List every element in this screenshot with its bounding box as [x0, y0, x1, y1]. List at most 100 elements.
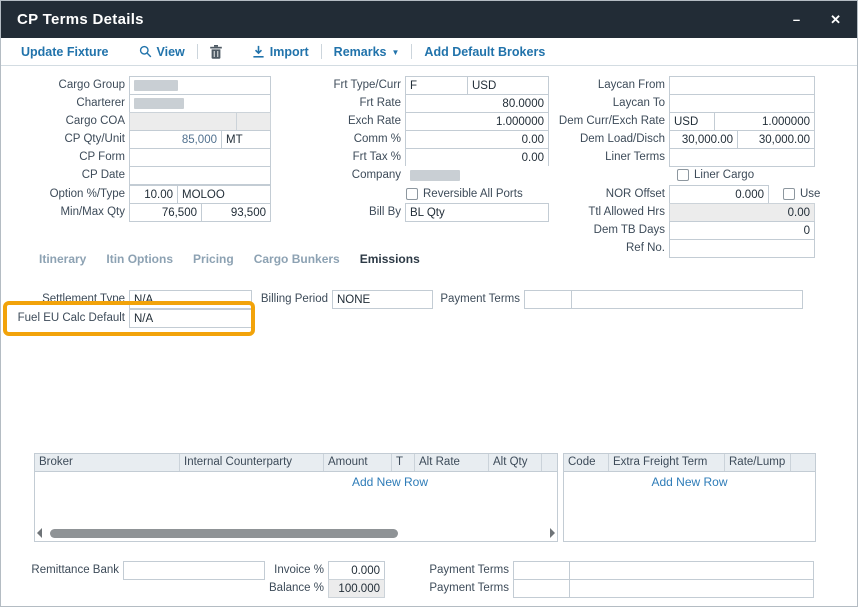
liner-terms-input-0[interactable]	[669, 148, 815, 167]
frt-tax-pct-label: Frt Tax %	[281, 148, 401, 167]
update-fixture-button[interactable]: Update Fixture	[21, 45, 109, 59]
brokers-column-header: T	[392, 454, 415, 471]
toolbar-separator	[321, 44, 322, 59]
add-default-brokers-button[interactable]: Add Default Brokers	[424, 45, 545, 59]
minimize-button[interactable]: –	[793, 13, 800, 26]
delete-button[interactable]	[210, 45, 222, 59]
frt-rate-input-0[interactable]: 80.0000	[405, 94, 549, 113]
redacted-value	[134, 98, 184, 109]
bill-by-label: Bill By	[281, 203, 401, 222]
frt-type-curr-input-1[interactable]: USD	[467, 76, 549, 95]
brokers-column-header: Alt Qty	[489, 454, 542, 471]
use-nor-offset-checkbox[interactable]	[783, 188, 795, 200]
use-nor-offset-checkbox-label: Use	[800, 188, 820, 200]
min-max-qty-input-1[interactable]: 93,500	[201, 203, 271, 222]
payment-terms-top-label: Payment Terms	[400, 290, 520, 309]
ttl-allowed-hrs-label: Ttl Allowed Hrs	[545, 203, 665, 222]
dem-load-disch-input-1[interactable]: 30,000.00	[737, 130, 815, 149]
tab-itin-options[interactable]: Itin Options	[106, 252, 173, 266]
brokers-header-filler	[542, 454, 557, 471]
cargo-coa-label: Cargo COA	[5, 112, 125, 131]
payment-terms-top-input-1[interactable]	[571, 290, 803, 309]
laycan-to-input-0[interactable]	[669, 94, 815, 113]
payment-terms-1-input-1[interactable]	[569, 561, 814, 580]
option-pct-type-input-0[interactable]: 10.00	[129, 185, 178, 204]
brokers-table-header: BrokerInternal CounterpartyAmountTAlt Ra…	[35, 454, 557, 472]
invoice-pct-input-0[interactable]: 0.000	[328, 561, 385, 580]
window-controls: – ✕	[793, 13, 841, 26]
frt-rate-label: Frt Rate	[281, 94, 401, 113]
close-button[interactable]: ✕	[830, 13, 841, 26]
min-max-qty-input-0[interactable]: 76,500	[129, 203, 202, 222]
dem-curr-exch-rate-input-1[interactable]: 1.000000	[714, 112, 815, 131]
remarks-button[interactable]: Remarks ▼	[334, 45, 400, 59]
settlement-type-label: Settlement Type	[5, 290, 125, 309]
laycan-from-input-0[interactable]	[669, 76, 815, 95]
window-title: CP Terms Details	[17, 11, 144, 28]
titlebar: CP Terms Details – ✕	[1, 1, 857, 38]
view-button[interactable]: View	[139, 45, 185, 59]
dem-tb-days-input-0[interactable]: 0	[669, 221, 815, 240]
comm-pct-input-0[interactable]: 0.00	[405, 130, 549, 149]
cargo-group-input-0[interactable]	[129, 76, 271, 95]
redacted-value	[134, 80, 178, 91]
ref-no-input-0[interactable]	[669, 239, 815, 258]
import-button[interactable]: Import	[252, 45, 309, 59]
toolbar: Update Fixture View Import Remarks ▼	[1, 38, 857, 66]
ref-no-label: Ref No.	[545, 239, 665, 258]
fuel-eu-calc-default-label: Fuel EU Calc Default	[5, 309, 125, 328]
exch-rate-input-0[interactable]: 1.000000	[405, 112, 549, 131]
tab-emissions[interactable]: Emissions	[360, 252, 420, 266]
dem-curr-exch-rate-input-0[interactable]: USD	[669, 112, 715, 131]
cp-qty-unit-input-1[interactable]: MT	[221, 130, 271, 149]
remittance-bank-label: Remittance Bank	[0, 561, 119, 580]
dem-load-disch-input-0[interactable]: 30,000.00	[669, 130, 738, 149]
brokers-horizontal-scrollbar	[37, 527, 555, 539]
liner-terms-label: Liner Terms	[545, 148, 665, 167]
charterer-label: Charterer	[5, 94, 125, 113]
brokers-column-header: Alt Rate	[415, 454, 489, 471]
tab-bar: Itinerary Itin Options Pricing Cargo Bunker…	[39, 252, 420, 266]
cp-date-label: CP Date	[5, 166, 125, 185]
liner-cargo-checkbox-label: Liner Cargo	[694, 169, 754, 181]
payment-terms-top-input-0[interactable]	[524, 290, 572, 309]
extra-freight-header-filler	[791, 454, 815, 471]
reversible-all-ports-checkbox-label: Reversible All Ports	[423, 188, 523, 200]
cp-terms-details-window: CP Terms Details – ✕ Update Fixture View	[0, 0, 858, 607]
brokers-column-header: Internal Counterparty	[180, 454, 324, 471]
scroll-right-arrow-icon[interactable]	[550, 528, 555, 538]
reversible-all-ports-checkbox[interactable]	[406, 188, 418, 200]
payment-terms-1-input-0[interactable]	[513, 561, 570, 580]
min-max-qty-label: Min/Max Qty	[5, 203, 125, 222]
extra-freight-add-new-row-link[interactable]: Add New Row	[564, 475, 815, 489]
balance-pct-label: Balance %	[204, 579, 324, 598]
fuel-eu-calc-default-input-0[interactable]: N/A	[129, 309, 252, 328]
charterer-input-0[interactable]	[129, 94, 271, 113]
extra-freight-column-header: Extra Freight Term	[609, 454, 725, 471]
frt-tax-pct-input-0[interactable]: 0.00	[405, 148, 549, 167]
payment-terms-1-label: Payment Terms	[389, 561, 509, 580]
payment-terms-2-input-1[interactable]	[569, 579, 814, 598]
option-pct-type-label: Option %/Type	[5, 185, 125, 204]
cargo-group-label: Cargo Group	[5, 76, 125, 95]
scrollbar-thumb[interactable]	[50, 529, 398, 538]
liner-cargo-checkbox[interactable]	[677, 169, 689, 181]
search-icon	[139, 45, 152, 58]
download-icon	[252, 45, 265, 58]
nor-offset-input-0[interactable]: 0.000	[669, 185, 769, 204]
frt-type-curr-input-0[interactable]: F	[405, 76, 468, 95]
tab-itinerary[interactable]: Itinerary	[39, 252, 86, 266]
scroll-left-arrow-icon[interactable]	[37, 528, 42, 538]
payment-terms-2-input-0[interactable]	[513, 579, 570, 598]
cp-form-label: CP Form	[5, 148, 125, 167]
ttl-allowed-hrs-input-0: 0.00	[669, 203, 815, 222]
cp-date-input-0[interactable]	[129, 166, 271, 185]
tab-cargo-bunkers[interactable]: Cargo Bunkers	[254, 252, 340, 266]
cp-qty-unit-input-0[interactable]: 85,000	[129, 130, 222, 149]
option-pct-type-input-1[interactable]: MOLOO	[177, 185, 271, 204]
laycan-to-label: Laycan To	[545, 94, 665, 113]
brokers-add-new-row-link[interactable]: Add New Row	[320, 475, 460, 489]
cp-form-input-0[interactable]	[129, 148, 271, 167]
bill-by-input-0[interactable]: BL Qty	[405, 203, 549, 222]
tab-pricing[interactable]: Pricing	[193, 252, 234, 266]
